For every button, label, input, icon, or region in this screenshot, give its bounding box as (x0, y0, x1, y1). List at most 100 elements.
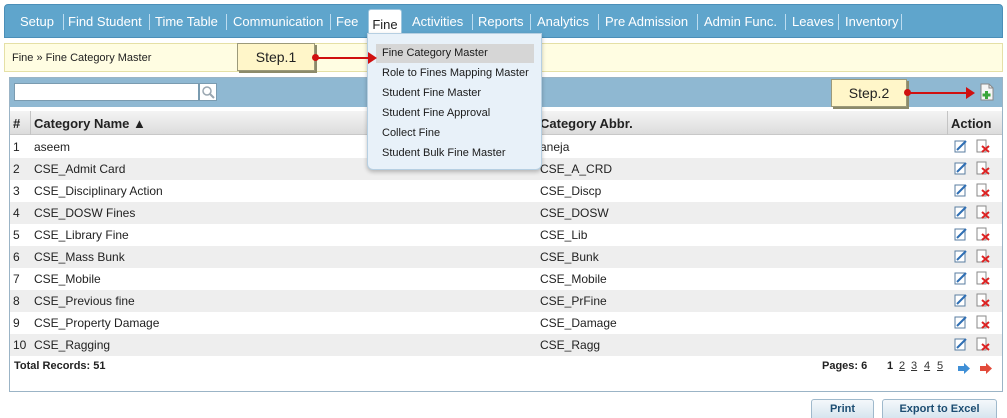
menu-item-student-bulk-fine-master[interactable]: Student Bulk Fine Master (376, 144, 534, 163)
nav-separator (901, 14, 902, 30)
col-header-category-abbr[interactable]: Category Abbr. (540, 116, 633, 131)
delete-button[interactable] (976, 293, 990, 307)
arrow-head (966, 87, 975, 99)
nav-separator (598, 14, 599, 30)
edit-button[interactable] (954, 293, 968, 307)
edit-button[interactable] (954, 139, 968, 153)
category-abbr-cell: CSE_Mobile (540, 272, 607, 286)
delete-icon (976, 183, 990, 200)
delete-icon (976, 161, 990, 178)
last-page-button[interactable] (979, 361, 993, 374)
category-abbr-cell: aneja (540, 140, 570, 154)
edit-button[interactable] (954, 183, 968, 197)
arrow-dot (312, 54, 319, 61)
nav-setup[interactable]: Setup (20, 5, 54, 39)
edit-button[interactable] (954, 337, 968, 351)
search-input[interactable] (14, 83, 199, 101)
nav-separator (530, 14, 531, 30)
nav-fee[interactable]: Fee (336, 5, 358, 39)
page-link-1[interactable]: 1 (887, 360, 893, 372)
table-row: 9 CSE_Property Damage CSE_Damage (10, 312, 1002, 334)
edit-icon (954, 338, 968, 354)
edit-icon (954, 162, 968, 178)
menu-item-role-to-fines-mapping[interactable]: Role to Fines Mapping Master (376, 64, 534, 83)
delete-button[interactable] (976, 271, 990, 285)
search-button[interactable] (199, 83, 217, 101)
nav-leaves[interactable]: Leaves (792, 5, 834, 39)
delete-button[interactable] (976, 337, 990, 351)
nav-pre-admission[interactable]: Pre Admission (605, 5, 688, 39)
add-record-icon (980, 83, 994, 101)
menu-item-collect-fine[interactable]: Collect Fine (376, 124, 534, 143)
pages-count: Pages: 6 (822, 360, 868, 372)
row-number: 5 (13, 228, 20, 242)
total-records: Total Records: 51 (14, 360, 106, 372)
nav-admin-func[interactable]: Admin Func. (704, 5, 777, 39)
page-link-5[interactable]: 5 (937, 360, 943, 372)
page-link-2[interactable]: 2 (899, 360, 905, 372)
delete-icon (976, 315, 990, 332)
edit-icon (954, 250, 968, 266)
menu-item-student-fine-master[interactable]: Student Fine Master (376, 84, 534, 103)
table-row: 6 CSE_Mass Bunk CSE_Bunk (10, 246, 1002, 268)
add-record-button[interactable] (979, 83, 995, 101)
next-page-button[interactable] (957, 361, 971, 374)
category-abbr-cell: CSE_DOSW (540, 206, 609, 220)
delete-button[interactable] (976, 315, 990, 329)
category-name-cell: CSE_Admit Card (34, 162, 126, 176)
category-abbr-cell: CSE_PrFine (540, 294, 607, 308)
row-number: 10 (13, 338, 27, 352)
table-row: 10 CSE_Ragging CSE_Ragg (10, 334, 1002, 356)
edit-button[interactable] (954, 315, 968, 329)
category-abbr-cell: CSE_Damage (540, 316, 617, 330)
nav-separator (330, 14, 331, 30)
edit-icon (954, 294, 968, 310)
nav-inventory[interactable]: Inventory (845, 5, 898, 39)
delete-button[interactable] (976, 183, 990, 197)
delete-button[interactable] (976, 161, 990, 175)
delete-button[interactable] (976, 205, 990, 219)
delete-button[interactable] (976, 227, 990, 241)
edit-button[interactable] (954, 249, 968, 263)
delete-icon (976, 139, 990, 156)
step1-callout: Step.1 (237, 43, 315, 71)
step2-arrow (904, 87, 975, 99)
delete-icon (976, 205, 990, 222)
nav-communication[interactable]: Communication (233, 5, 323, 39)
fine-dropdown-menu: Fine Category Master Role to Fines Mappi… (367, 33, 542, 170)
category-name-cell: CSE_Disciplinary Action (34, 184, 163, 198)
search-icon (202, 86, 215, 99)
table-row: 8 CSE_Previous fine CSE_PrFine (10, 290, 1002, 312)
delete-icon (976, 249, 990, 266)
nav-find-student[interactable]: Find Student (68, 5, 142, 39)
menu-item-student-fine-approval[interactable]: Student Fine Approval (376, 104, 534, 123)
page-link-3[interactable]: 3 (911, 360, 917, 372)
table-row: 3 CSE_Disciplinary Action CSE_Discp (10, 180, 1002, 202)
delete-icon (976, 227, 990, 244)
nav-separator (63, 14, 64, 30)
category-name-cell: CSE_Ragging (34, 338, 111, 352)
edit-button[interactable] (954, 161, 968, 175)
edit-icon (954, 228, 968, 244)
print-button[interactable]: Print (811, 399, 874, 418)
table-row: 4 CSE_DOSW Fines CSE_DOSW (10, 202, 1002, 224)
column-divider (30, 111, 31, 135)
nav-separator (838, 14, 839, 30)
delete-button[interactable] (976, 139, 990, 153)
edit-button[interactable] (954, 205, 968, 219)
edit-button[interactable] (954, 227, 968, 241)
export-excel-button[interactable]: Export to Excel (882, 399, 997, 418)
row-number: 8 (13, 294, 20, 308)
page-link-4[interactable]: 4 (924, 360, 930, 372)
col-header-category-name[interactable]: Category Name ▲ (34, 116, 146, 131)
row-number: 6 (13, 250, 20, 264)
nav-time-table[interactable]: Time Table (155, 5, 218, 39)
delete-icon (976, 293, 990, 310)
category-name-cell: CSE_DOSW Fines (34, 206, 136, 220)
row-number: 7 (13, 272, 20, 286)
step2-callout: Step.2 (831, 79, 907, 107)
edit-button[interactable] (954, 271, 968, 285)
menu-item-fine-category-master[interactable]: Fine Category Master (376, 44, 534, 63)
delete-button[interactable] (976, 249, 990, 263)
nav-analytics[interactable]: Analytics (537, 5, 589, 39)
